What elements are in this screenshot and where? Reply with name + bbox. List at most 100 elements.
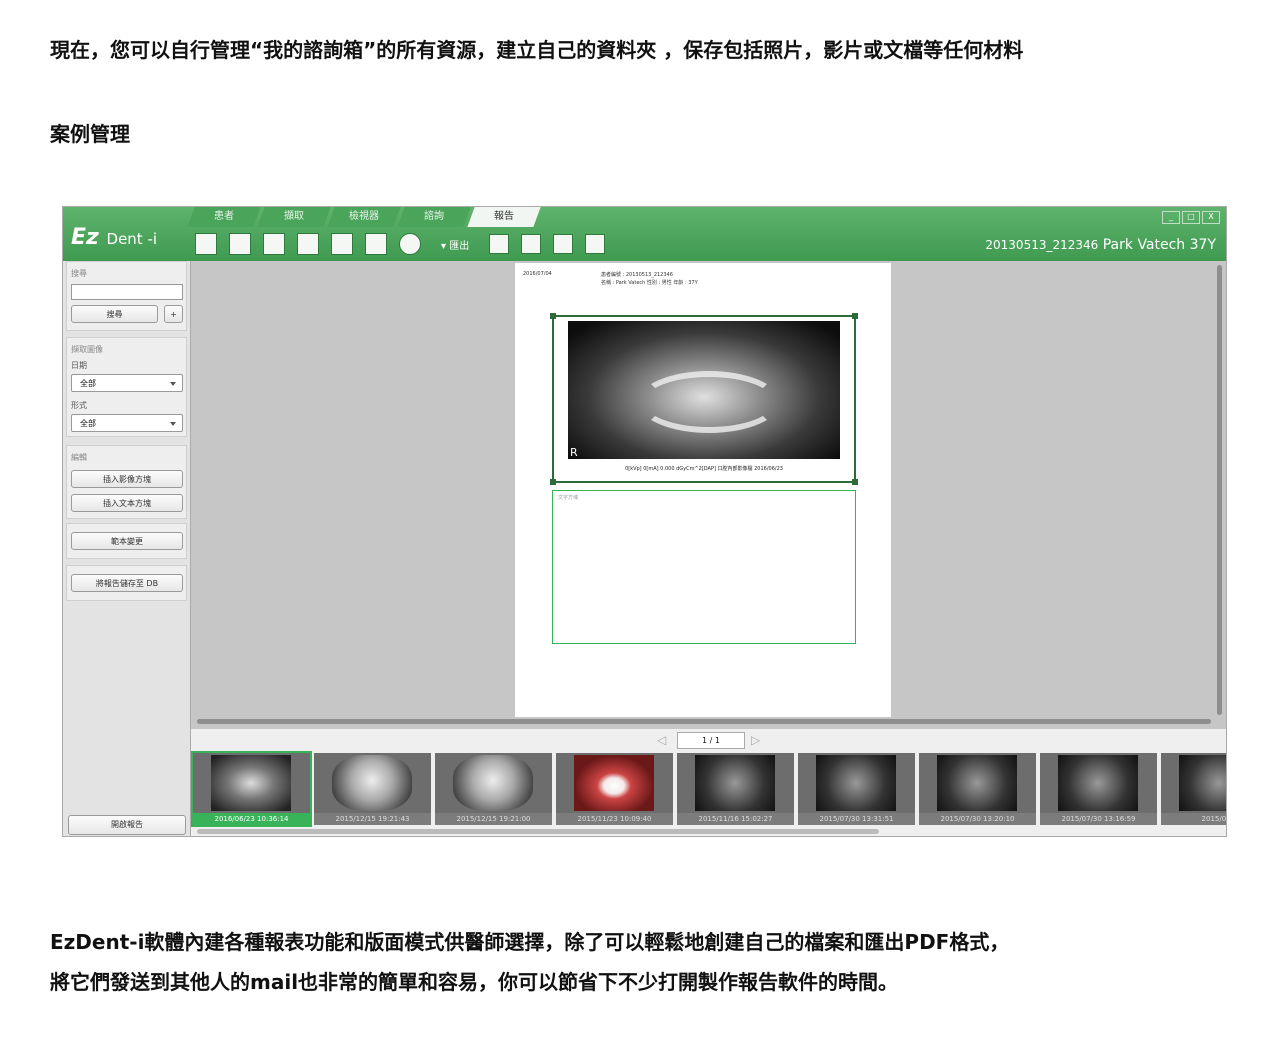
search-panel: 搜尋 搜尋 + xyxy=(66,261,187,331)
thumbnail-timestamp: 2015/07/30 13:31:51 xyxy=(798,813,915,825)
insert-text-box-button[interactable]: 插入文本方塊 xyxy=(71,494,183,512)
report-page: 2016/07/04 患者編號 : 20130513_212346 名稱 : P… xyxy=(515,263,891,717)
thumbnail-image xyxy=(816,755,896,811)
zoom-icon[interactable] xyxy=(399,233,421,255)
settings-icon[interactable] xyxy=(489,234,510,254)
thumbnail-timestamp: 2015/07/30 13:16:59 xyxy=(1040,813,1157,825)
report-canvas: 2016/07/04 患者編號 : 20130513_212346 名稱 : P… xyxy=(191,261,1226,719)
export-image-icon[interactable] xyxy=(585,234,606,254)
ezdent-app-window: Ez Dent -i 患者 擷取 檢視器 諮詢 報告 ▾ 匯出 _ □ X 20… xyxy=(62,206,1227,837)
print-icon[interactable] xyxy=(297,233,319,255)
thumbnail-timestamp: 2015/12/15 19:21:43 xyxy=(314,813,431,825)
thumbnail-timestamp: 2016/06/23 10:36:14 xyxy=(193,813,310,825)
capture-label: 擷取圖像 xyxy=(71,345,103,354)
save-panel: 將報告儲存至 DB xyxy=(66,565,187,601)
thumbnail-scrollbar[interactable] xyxy=(197,829,879,834)
save-report-db-button[interactable]: 將報告儲存至 DB xyxy=(71,574,183,592)
prev-page-icon[interactable]: ◁ xyxy=(657,733,666,747)
vertical-scrollbar[interactable] xyxy=(1217,265,1222,715)
edit-label: 編輯 xyxy=(71,453,87,462)
left-sidebar: 搜尋 搜尋 + 擷取圖像 日期 全部 形式 全部 編輯 插入影像方塊 插入文本方… xyxy=(63,261,191,836)
mail-icon[interactable] xyxy=(553,234,574,254)
thumbnail-image xyxy=(574,755,654,811)
delete-page-icon[interactable] xyxy=(263,233,285,255)
search-label: 搜尋 xyxy=(71,269,87,278)
insert-image-box-button[interactable]: 插入影像方塊 xyxy=(71,470,183,488)
capture-filter-panel: 擷取圖像 日期 全部 形式 全部 xyxy=(66,337,187,437)
image-thumbnail[interactable]: 2015/11/23 10:09:40 xyxy=(556,753,673,825)
thumbnail-timestamp: 2015/11/16 15:02:27 xyxy=(677,813,794,825)
thumbnail-image xyxy=(1179,755,1226,811)
app-toolbar: Ez Dent -i 患者 擷取 檢視器 諮詢 報告 ▾ 匯出 _ □ X 20… xyxy=(63,207,1226,261)
image-thumbnail[interactable]: 2015/05/2 xyxy=(1161,753,1226,825)
patient-info: 20130513_212346 Park Vatech 37Y xyxy=(985,237,1216,253)
thumbnail-list: 2016/06/23 10:36:14 2015/12/15 19:21:43 20… xyxy=(191,751,1226,827)
thumbnail-image xyxy=(211,755,291,811)
search-button[interactable]: 搜尋 xyxy=(71,305,158,323)
section-title: 案例管理 xyxy=(50,122,130,146)
intro-text: 現在，您可以自行管理“我的諮詢箱”的所有資源，建立自己的資料夾 ，保存包括照片，… xyxy=(50,38,1024,62)
toolbar-icons: ▾ 匯出 xyxy=(195,231,617,257)
image-thumbnail[interactable]: 2015/12/15 19:21:43 xyxy=(314,753,431,825)
search-input[interactable] xyxy=(71,284,183,300)
date-select[interactable]: 全部 xyxy=(71,374,183,392)
minimize-icon[interactable]: _ xyxy=(1162,211,1180,224)
template-panel: 範本變更 xyxy=(66,523,187,559)
thumbnail-timestamp: 2015/12/15 19:21:00 xyxy=(435,813,552,825)
tab-capture[interactable]: 擷取 xyxy=(257,207,331,227)
maximize-icon[interactable]: □ xyxy=(1182,211,1200,224)
image-thumbnail[interactable]: 2015/11/16 15:02:27 xyxy=(677,753,794,825)
template-change-button[interactable]: 範本變更 xyxy=(71,532,183,550)
tab-consult[interactable]: 諮詢 xyxy=(397,207,471,227)
main-tabs: 患者 擷取 檢視器 諮詢 報告 xyxy=(187,207,541,227)
resize-handle[interactable] xyxy=(852,313,858,319)
thumbnail-image xyxy=(453,755,533,811)
thumbnail-timestamp: 2015/07/30 13:20:10 xyxy=(919,813,1036,825)
new-page-icon[interactable] xyxy=(195,233,217,255)
open-report-button[interactable]: 開啟報告 xyxy=(68,815,186,835)
tab-report[interactable]: 報告 xyxy=(467,207,541,227)
page-number-field[interactable]: 1 / 1 xyxy=(677,732,745,749)
report-header-line2: 名稱 : Park Vatech 性別 : 男性 年齡 : 37Y xyxy=(601,280,698,286)
date-label: 日期 xyxy=(71,361,87,370)
resize-handle[interactable] xyxy=(550,313,556,319)
next-page-icon[interactable]: ▷ xyxy=(751,733,760,747)
xray-side-label: R xyxy=(570,446,578,459)
thumbnail-image xyxy=(1058,755,1138,811)
thumbnail-image xyxy=(695,755,775,811)
image-thumbnail[interactable]: 2015/07/30 13:31:51 xyxy=(798,753,915,825)
resize-handle[interactable] xyxy=(852,479,858,485)
thumbnail-timestamp: 2015/05/2 xyxy=(1161,813,1226,825)
paragraph-line-1: EzDent-i軟體內建各種報表功能和版面模式供醫師選擇，除了可以輕鬆地創建自己… xyxy=(50,930,1010,954)
type-select[interactable]: 全部 xyxy=(71,414,183,432)
horizontal-scrollbar[interactable] xyxy=(197,719,1211,724)
image-thumbnail[interactable]: 2015/12/15 19:21:00 xyxy=(435,753,552,825)
image-box[interactable]: R 0[kVp] 0[mA] 0.000 dGyCm^2[DAP] 口腔內部影像… xyxy=(550,313,858,485)
scanner-icon[interactable] xyxy=(521,234,542,254)
add-page-icon[interactable] xyxy=(229,233,251,255)
text-box-placeholder: 文字方塊 xyxy=(558,495,579,501)
thumbnail-image xyxy=(937,755,1017,811)
type-label: 形式 xyxy=(71,401,87,410)
text-box[interactable]: 文字方塊 xyxy=(552,490,856,644)
panoramic-xray-image: R xyxy=(568,321,840,459)
window-controls: _ □ X xyxy=(1160,211,1220,224)
resize-handle[interactable] xyxy=(550,479,556,485)
paragraph-line-2: 將它們發送到其他人的mail也非常的簡單和容易，你可以節省下不少打開製作報告軟件… xyxy=(50,970,899,994)
add-search-button[interactable]: + xyxy=(164,305,183,323)
report-header-line1: 患者編號 : 20130513_212346 xyxy=(601,272,673,278)
export-dropdown[interactable]: ▾ 匯出 xyxy=(441,237,469,252)
thumbnail-strip: 2016/06/23 10:36:14 2015/12/15 19:21:43 20… xyxy=(191,751,1226,836)
report-date: 2016/07/04 xyxy=(523,271,552,277)
image-thumbnail[interactable]: 2015/07/30 13:20:10 xyxy=(919,753,1036,825)
image-caption: 0[kVp] 0[mA] 0.000 dGyCm^2[DAP] 口腔內部影像檔 … xyxy=(625,466,783,472)
app-logo: Ez Dent -i xyxy=(71,225,158,250)
fit-height-icon[interactable] xyxy=(365,233,387,255)
thumbnail-timestamp: 2015/11/23 10:09:40 xyxy=(556,813,673,825)
image-thumbnail[interactable]: 2015/07/30 13:16:59 xyxy=(1040,753,1157,825)
close-icon[interactable]: X xyxy=(1202,211,1220,224)
tab-viewer[interactable]: 檢視器 xyxy=(327,207,401,227)
fit-width-icon[interactable] xyxy=(331,233,353,255)
image-thumbnail[interactable]: 2016/06/23 10:36:14 xyxy=(191,751,312,827)
tab-patient[interactable]: 患者 xyxy=(187,207,261,227)
